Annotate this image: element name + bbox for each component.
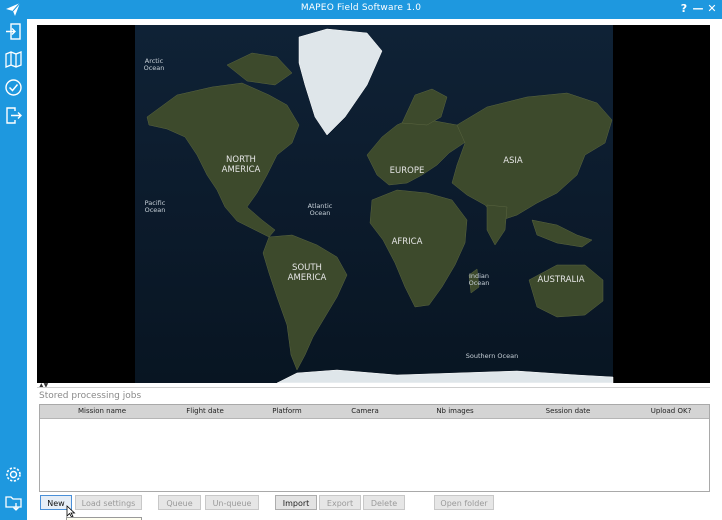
column-header-session-date[interactable]: Session date (546, 407, 591, 415)
map-label-south-america: SOUTH AMERICA (288, 263, 327, 283)
help-button[interactable]: ? (677, 1, 691, 17)
column-header-camera[interactable]: Camera (351, 407, 378, 415)
map-label-southern-ocean: Southern Ocean (466, 352, 518, 360)
column-header-upload-ok[interactable]: Upload OK? (651, 407, 692, 415)
app-window: { "window": { "title": "MAPEO Field Soft… (0, 0, 722, 520)
login-icon[interactable] (4, 22, 23, 41)
map-icon[interactable] (4, 50, 23, 69)
window-title: MAPEO Field Software 1.0 (300, 3, 422, 13)
map-label-atlantic-ocean: Atlantic Ocean (308, 202, 333, 217)
map-label-north-america: NORTH AMERICA (222, 155, 261, 175)
check-circle-icon[interactable] (4, 78, 23, 97)
import-button[interactable]: Import (275, 495, 317, 510)
column-header-mission-name[interactable]: Mission name (78, 407, 126, 415)
world-map-image: Arctic Ocean NORTH AMERICA Pacific Ocean At… (135, 25, 614, 383)
jobs-table-header: Mission name Flight date Platform Camera… (40, 405, 709, 419)
column-header-flight-date[interactable]: Flight date (186, 407, 224, 415)
map-label-pacific-ocean: Pacific Ocean (145, 199, 166, 214)
world-map[interactable]: Arctic Ocean NORTH AMERICA Pacific Ocean At… (37, 25, 710, 383)
load-settings-button[interactable]: Load settings (75, 495, 142, 510)
column-header-nb-images[interactable]: Nb images (436, 407, 473, 415)
jobs-table[interactable]: Mission name Flight date Platform Camera… (39, 404, 710, 492)
map-label-europe: EUROPE (390, 166, 425, 176)
settings-gear-icon[interactable] (4, 465, 23, 484)
unqueue-button[interactable]: Un-queue (205, 495, 259, 510)
logout-icon[interactable] (4, 106, 23, 125)
map-label-indian-ocean: Indian Ocean (469, 272, 490, 287)
column-header-platform[interactable]: Platform (272, 407, 302, 415)
close-button[interactable]: ✕ (705, 1, 719, 17)
open-folder-button[interactable]: Open folder (434, 495, 494, 510)
sidebar (0, 19, 27, 520)
map-label-arctic-ocean: Arctic Ocean (144, 57, 165, 72)
jobs-panel-title: Stored processing jobs (39, 391, 142, 401)
panel-splitter[interactable]: ▲▼ (37, 382, 710, 389)
export-button[interactable]: Export (319, 495, 361, 510)
map-label-australia: AUSTRALIA (537, 275, 584, 285)
map-label-asia: ASIA (503, 156, 523, 166)
queue-button[interactable]: Queue (158, 495, 201, 510)
delete-button[interactable]: Delete (363, 495, 405, 510)
map-label-africa: AFRICA (392, 237, 423, 247)
minimize-button[interactable]: — (691, 1, 705, 17)
title-bar: MAPEO Field Software 1.0 ? — ✕ (0, 0, 722, 19)
folder-download-icon[interactable] (4, 493, 23, 512)
